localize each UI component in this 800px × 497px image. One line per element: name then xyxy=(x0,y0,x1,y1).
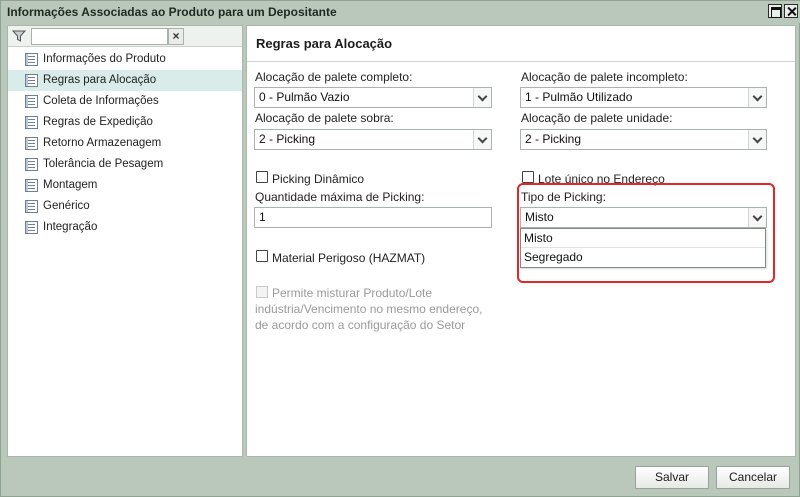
nav-item-label: Tolerância de Pesagem xyxy=(43,158,164,170)
misturar-label-line1: Permite misturar Produto/Lote xyxy=(272,286,433,300)
palete-incompleto-value: 1 - Pulmão Utilizado xyxy=(525,90,633,104)
misturar-label-line2: indústria/Vencimento no mesmo endereço, xyxy=(255,302,483,316)
nav-item-label: Montagem xyxy=(43,179,98,191)
document-icon xyxy=(25,179,38,192)
filter-bar: × xyxy=(8,26,242,47)
picking-dinamico-checkbox[interactable] xyxy=(256,171,268,183)
nav-item-label: Regras para Alocação xyxy=(43,74,157,86)
palete-unidade-label: Alocação de palete unidade: xyxy=(521,111,673,125)
nav-list: Informações do Produto Regras para Aloca… xyxy=(8,49,242,238)
document-icon xyxy=(25,53,38,66)
window-title: Informações Associadas ao Produto para u… xyxy=(7,5,337,19)
nav-item-regras-expedicao[interactable]: Regras de Expedição xyxy=(8,112,242,133)
palete-unidade-value: 2 - Picking xyxy=(525,132,582,146)
hazmat-checkbox[interactable] xyxy=(256,250,268,262)
section-header: Regras para Alocação xyxy=(247,26,795,62)
dialog-window: Informações Associadas ao Produto para u… xyxy=(0,0,800,497)
palete-incompleto-label: Alocação de palete incompleto: xyxy=(521,70,688,84)
chevron-down-icon[interactable] xyxy=(473,88,491,107)
document-icon xyxy=(25,200,38,213)
lote-unico-checkbox[interactable] xyxy=(522,171,534,183)
palete-completo-value: 0 - Pulmão Vazio xyxy=(259,90,350,104)
title-bar: Informações Associadas ao Produto para u… xyxy=(1,1,800,23)
palete-completo-label: Alocação de palete completo: xyxy=(255,70,413,84)
palete-incompleto-select[interactable]: 1 - Pulmão Utilizado xyxy=(520,87,767,108)
chevron-down-icon[interactable] xyxy=(748,88,766,107)
chevron-down-icon[interactable] xyxy=(473,130,491,149)
filter-icon[interactable] xyxy=(12,29,26,43)
highlight-box xyxy=(517,183,775,283)
cancel-button[interactable]: Cancelar xyxy=(716,466,790,489)
nav-item-regras-alocacao[interactable]: Regras para Alocação xyxy=(8,70,242,91)
save-button[interactable]: Salvar xyxy=(635,466,709,489)
close-icon[interactable] xyxy=(784,4,798,18)
palete-sobra-value: 2 - Picking xyxy=(259,132,316,146)
qtd-max-picking-value: 1 xyxy=(259,210,266,224)
document-icon xyxy=(25,137,38,150)
qtd-max-picking-input[interactable]: 1 xyxy=(254,207,492,228)
section-title: Regras para Alocação xyxy=(256,36,393,51)
nav-item-label: Informações do Produto xyxy=(43,53,166,65)
misturar-label-line3: de acordo com a configuração do Setor xyxy=(255,318,466,332)
chevron-down-icon[interactable] xyxy=(748,130,766,149)
document-icon xyxy=(25,74,38,87)
maximize-icon[interactable] xyxy=(768,4,782,18)
nav-item-label: Integração xyxy=(43,221,98,233)
nav-item-label: Regras de Expedição xyxy=(43,116,153,128)
nav-item-label: Coleta de Informações xyxy=(43,95,159,107)
left-panel: × Informações do Produto Regras para Alo… xyxy=(7,25,243,457)
palete-sobra-label: Alocação de palete sobra: xyxy=(255,111,394,125)
document-icon xyxy=(25,221,38,234)
nav-item-tolerancia-pesagem[interactable]: Tolerância de Pesagem xyxy=(8,154,242,175)
nav-item-informacoes-produto[interactable]: Informações do Produto xyxy=(8,49,242,70)
hazmat-label: Material Perigoso (HAZMAT) xyxy=(272,251,426,265)
picking-dinamico-label: Picking Dinâmico xyxy=(272,172,365,186)
misturar-checkbox[interactable] xyxy=(256,286,268,298)
palete-unidade-select[interactable]: 2 - Picking xyxy=(520,129,767,150)
nav-item-integracao[interactable]: Integração xyxy=(8,217,242,238)
nav-item-label: Genérico xyxy=(43,200,90,212)
palete-completo-select[interactable]: 0 - Pulmão Vazio xyxy=(254,87,492,108)
document-icon xyxy=(25,158,38,171)
filter-input[interactable] xyxy=(31,28,168,45)
document-icon xyxy=(25,116,38,129)
nav-item-montagem[interactable]: Montagem xyxy=(8,175,242,196)
nav-item-retorno-armazenagem[interactable]: Retorno Armazenagem xyxy=(8,133,242,154)
nav-item-generico[interactable]: Genérico xyxy=(8,196,242,217)
document-icon xyxy=(25,95,38,108)
palete-sobra-select[interactable]: 2 - Picking xyxy=(254,129,492,150)
nav-item-coleta-informacoes[interactable]: Coleta de Informações xyxy=(8,91,242,112)
qtd-max-picking-label: Quantidade máxima de Picking: xyxy=(255,190,425,204)
clear-filter-button[interactable]: × xyxy=(168,28,184,45)
nav-item-label: Retorno Armazenagem xyxy=(43,137,162,149)
